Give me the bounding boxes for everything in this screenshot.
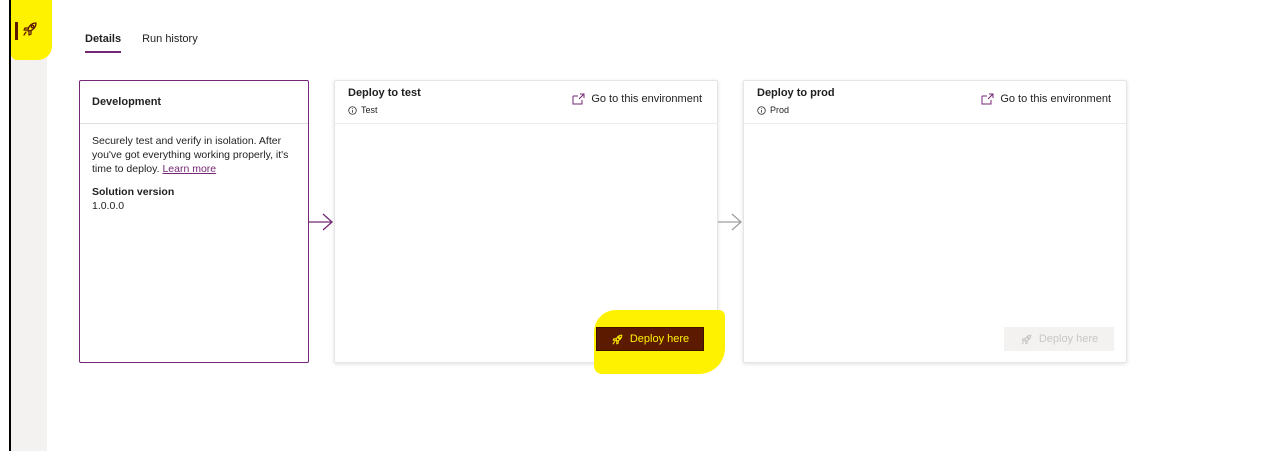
- rail-selected-indicator: [15, 22, 18, 40]
- go-to-environment-label: Go to this environment: [1000, 93, 1111, 105]
- info-icon: [348, 105, 357, 115]
- deploy-to-prod-card: Deploy to prod Prod Go to this environme…: [743, 80, 1127, 363]
- stage-header: Deploy to test Test Go to this environme…: [335, 81, 717, 124]
- open-external-icon: [981, 93, 994, 105]
- learn-more-link[interactable]: Learn more: [162, 163, 216, 175]
- development-body: Securely test and verify in isolation. A…: [80, 124, 308, 223]
- go-to-environment-link[interactable]: Go to this environment: [572, 93, 702, 105]
- rocket-icon[interactable]: [21, 20, 39, 38]
- rocket-icon: [1021, 334, 1032, 344]
- arrow-right-icon: [309, 213, 333, 231]
- deploy-here-label: Deploy here: [629, 333, 690, 345]
- solution-version-value: 1.0.0.0: [92, 200, 125, 212]
- deploy-here-label: Deploy here: [1038, 333, 1099, 345]
- rocket-icon: [612, 334, 623, 344]
- info-icon: [757, 105, 766, 115]
- deploy-here-button[interactable]: Deploy here: [596, 327, 704, 351]
- go-to-environment-label: Go to this environment: [591, 93, 702, 105]
- development-card: Development Securely test and verify in …: [79, 80, 309, 363]
- stage-environment: Prod: [757, 105, 789, 115]
- stage-header: Deploy to prod Prod Go to this environme…: [744, 81, 1126, 124]
- tab-details[interactable]: Details: [85, 33, 122, 53]
- tab-run-history[interactable]: Run history: [142, 33, 198, 51]
- deploy-here-button-disabled: Deploy here: [1004, 327, 1114, 351]
- left-nav-rail: [11, 0, 47, 451]
- tab-bar: Details Run history: [85, 33, 198, 53]
- environment-name: Test: [361, 105, 378, 115]
- open-external-icon: [572, 93, 585, 105]
- go-to-environment-link[interactable]: Go to this environment: [981, 93, 1111, 105]
- stage-title: Deploy to prod: [757, 87, 835, 99]
- environment-name: Prod: [770, 105, 790, 115]
- solution-version-label: Solution version: [92, 186, 175, 198]
- stage-environment: Test: [348, 105, 378, 115]
- development-title: Development: [80, 81, 308, 124]
- stage-title: Deploy to test: [348, 87, 421, 99]
- arrow-right-icon: [718, 213, 742, 231]
